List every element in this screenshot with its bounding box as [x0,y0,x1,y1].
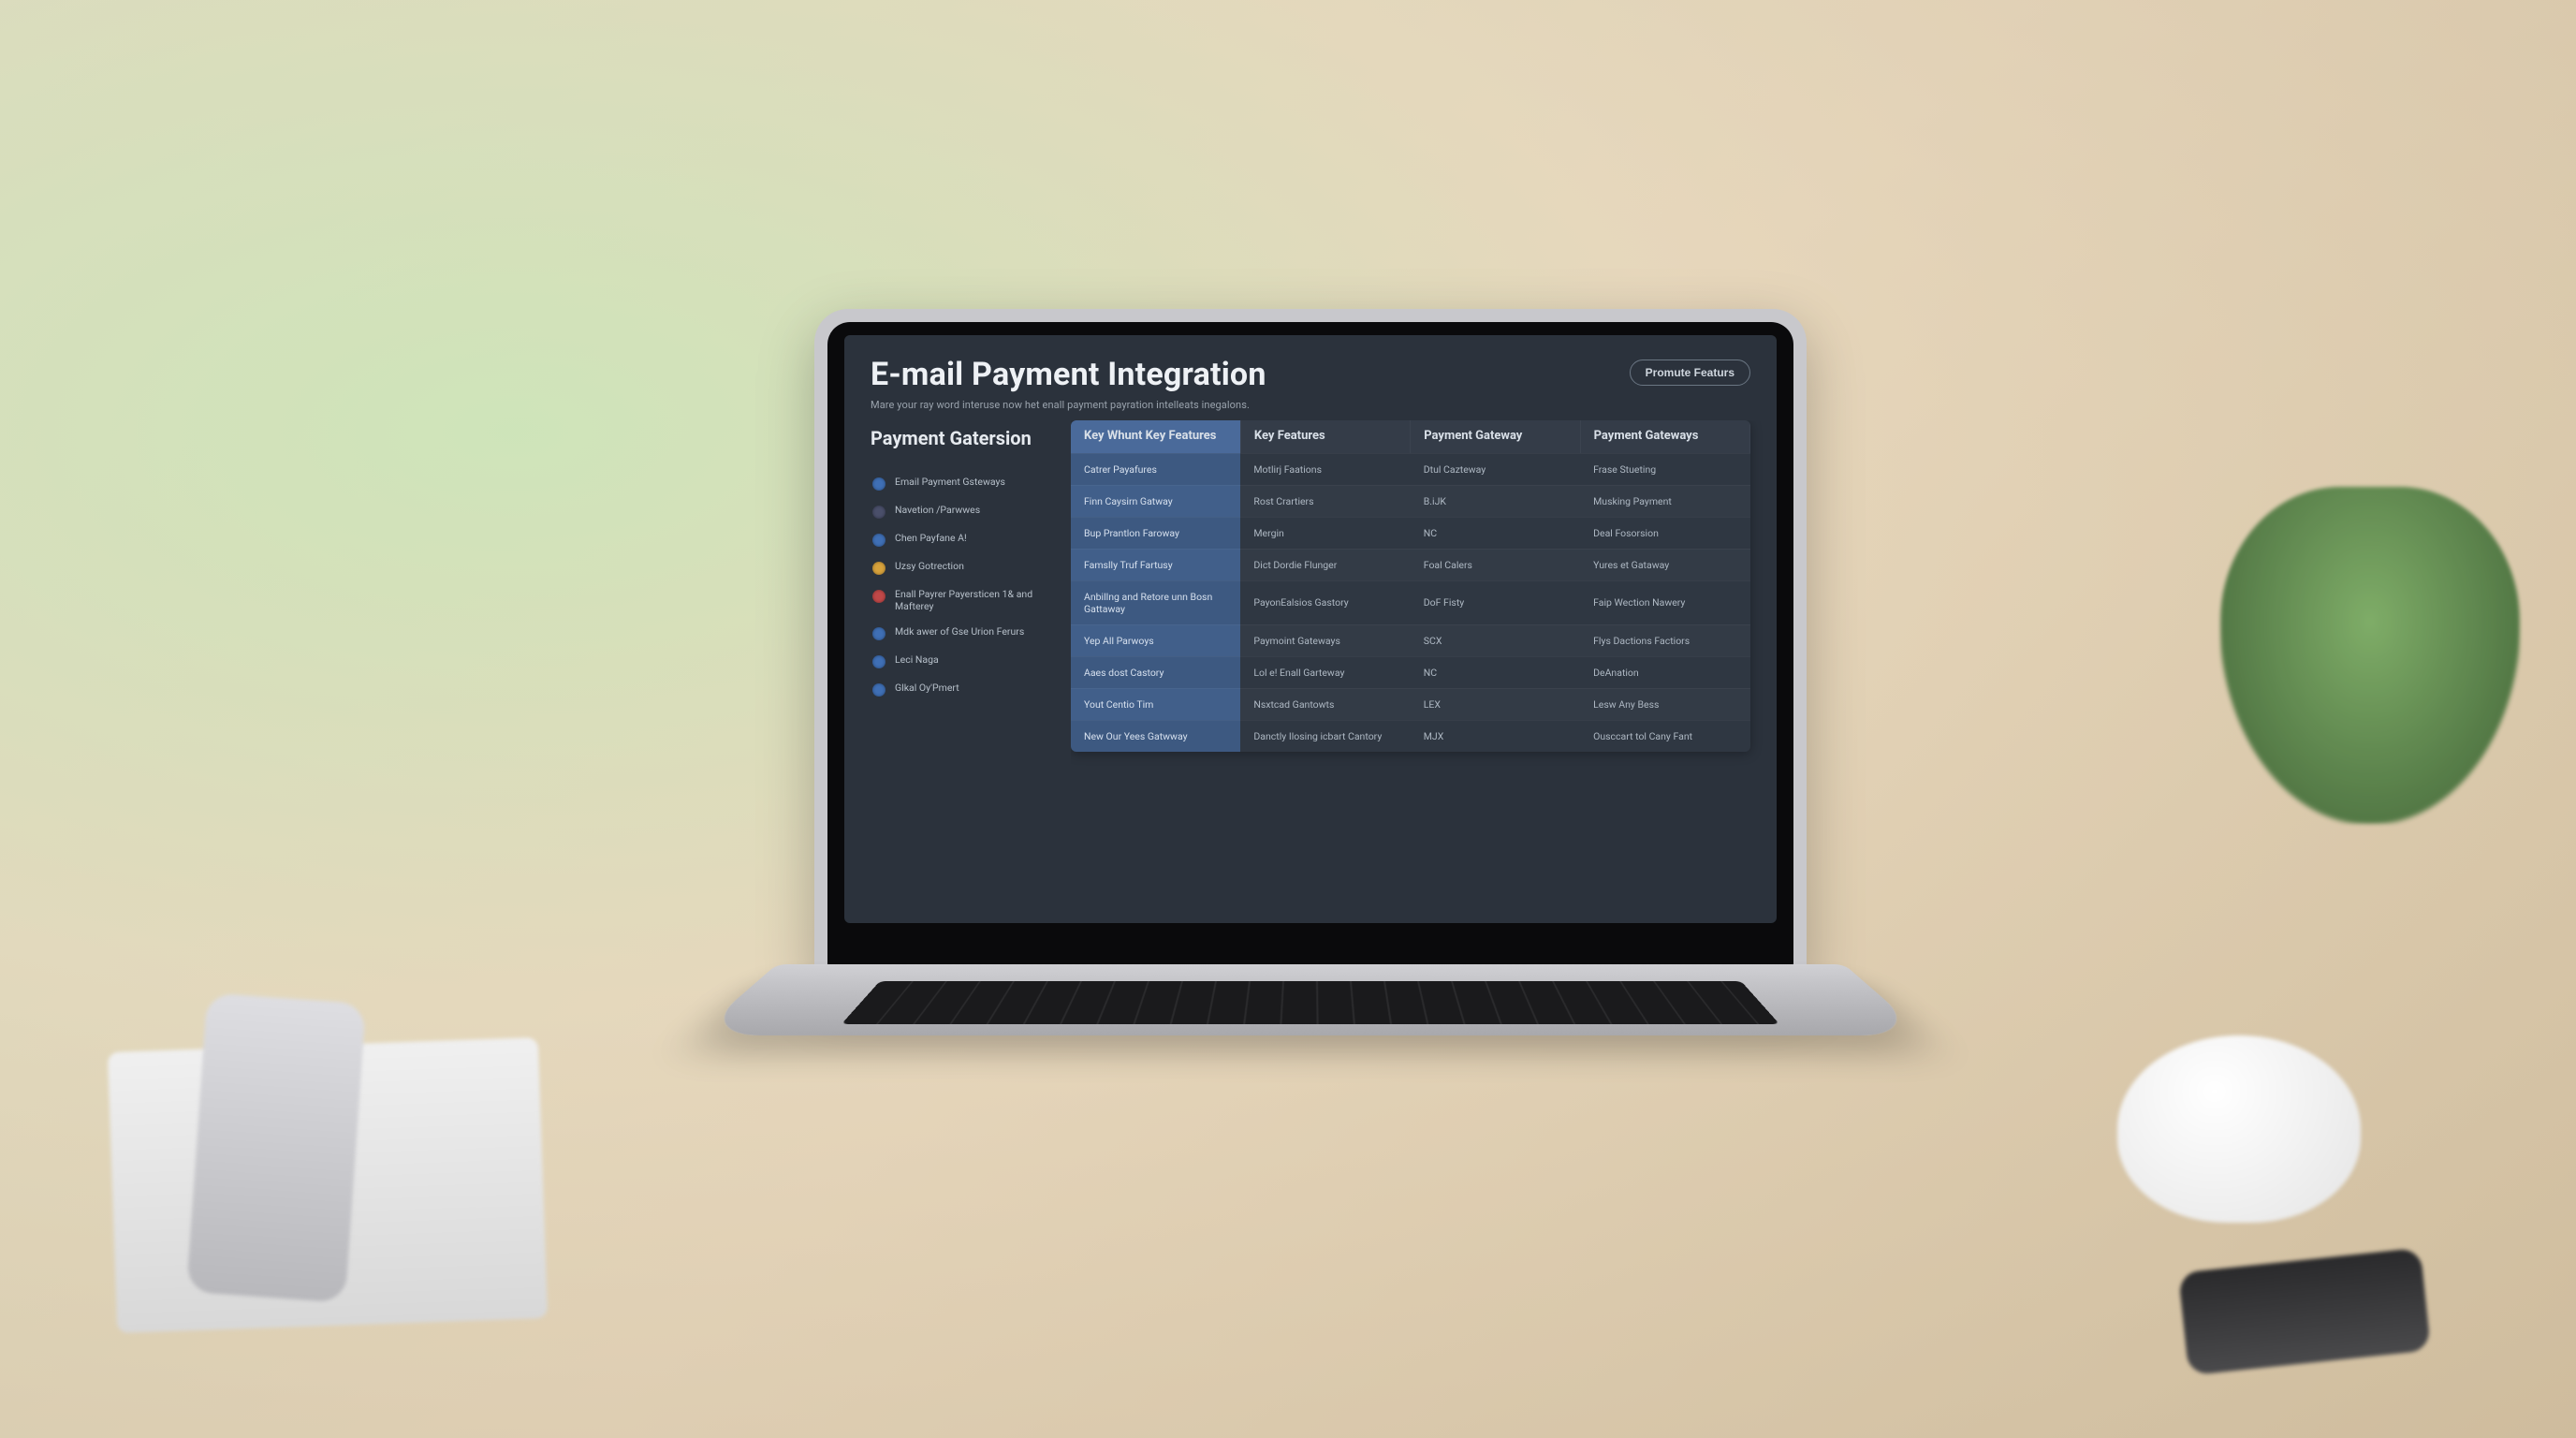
table-cell: Ousccart tol Cany Fant [1580,720,1749,752]
promote-features-button[interactable]: Promute Featurs [1630,360,1750,386]
table-cell: Anbillng and Retore unn Bosn Gattaway [1071,580,1240,624]
table-cell: Lol e! Enall Garteway [1240,656,1410,688]
table-cell: Famslly Truf Fartusy [1071,549,1240,580]
table-header-row: Key Whunt Key FeaturesKey FeaturesPaymen… [1071,420,1750,453]
table-cell: Paymoint Gateways [1240,624,1410,656]
table-cell: Frase Stueting [1580,453,1749,485]
table-cell: B.iJK [1411,485,1580,517]
table-cell: NC [1411,517,1580,549]
table-cell: Yep All Parwoys [1071,624,1240,656]
table-cell: Foal Calers [1411,549,1580,580]
table-cell: Dtul Cazteway [1411,453,1580,485]
table-cell: New Our Yees Gatwway [1071,720,1240,752]
app-screen: E-mail Payment Integration Mare your ray… [844,335,1777,923]
table-cell: Finn Caysirn Gatway [1071,485,1240,517]
bullet-icon [872,562,886,575]
laptop-bezel: E-mail Payment Integration Mare your ray… [827,322,1793,970]
prop-phone-right [2178,1248,2431,1376]
table-cell: Nsxtcad Gantowts [1240,688,1410,720]
sidebar-item-label: Uzsy Gotrection [895,560,964,572]
table-cell: Dict Dordie Flunger [1240,549,1410,580]
content: Payment Gatersion Email Payment Gsteways… [844,420,1777,923]
sidebar: Payment Gatersion Email Payment Gsteways… [844,420,1071,897]
comparison-table-card: Key Whunt Key FeaturesKey FeaturesPaymen… [1071,420,1750,752]
table-cell: Yout Centio Tim [1071,688,1240,720]
header: E-mail Payment Integration Mare your ray… [844,335,1777,420]
prop-phone-left [186,992,366,1302]
prop-coffee-cup [2117,1035,2361,1223]
sidebar-item-label: Leci Naga [895,653,939,666]
table-cell: DeAnation [1580,656,1749,688]
table-cell: Flys Dactions Factiors [1580,624,1749,656]
bullet-icon [872,683,886,697]
table-cell: MJX [1411,720,1580,752]
sidebar-heading: Payment Gatersion [871,428,1058,449]
scene-photo-backdrop: E-mail Payment Integration Mare your ray… [0,0,2576,1438]
bullet-icon [872,627,886,640]
column-header-1[interactable]: Key Features [1240,420,1410,453]
table-cell: Yures et Gataway [1580,549,1749,580]
sidebar-item-2[interactable]: Chen Payfane A! [871,528,1058,550]
laptop-keyboard [842,981,1779,1024]
header-titles: E-mail Payment Integration Mare your ray… [871,356,1613,411]
table-cell: Rost Crartiers [1240,485,1410,517]
table-cell: LEX [1411,688,1580,720]
page-subtitle: Mare your ray word interuse now het enal… [871,399,1613,411]
table-row[interactable]: Aaes dost CastoryLol e! Enall GartewayNC… [1071,656,1750,688]
comparison-table-wrap: Key Whunt Key FeaturesKey FeaturesPaymen… [1071,420,1777,897]
sidebar-item-0[interactable]: Email Payment Gsteways [871,472,1058,494]
bullet-icon [872,477,886,491]
bullet-icon [872,655,886,668]
sidebar-item-7[interactable]: Glkal Oy'Pmert [871,678,1058,700]
sidebar-item-5[interactable]: Mdk awer of Gse Urion Ferurs [871,622,1058,644]
table-row[interactable]: Yout Centio TimNsxtcad GantowtsLEXLesw A… [1071,688,1750,720]
table-cell: PayonEalsios Gastory [1240,580,1410,624]
table-row[interactable]: New Our Yees GatwwayDanctly Ilosing icba… [1071,720,1750,752]
sidebar-item-1[interactable]: Navetion /Parwwes [871,500,1058,522]
column-header-0[interactable]: Key Whunt Key Features [1071,420,1240,453]
table-row[interactable]: Catrer PayafuresMotlirj FaationsDtul Caz… [1071,453,1750,485]
table-cell: NC [1411,656,1580,688]
sidebar-item-3[interactable]: Uzsy Gotrection [871,556,1058,579]
table-body: Catrer PayafuresMotlirj FaationsDtul Caz… [1071,453,1750,752]
table-cell: Deal Fosorsion [1580,517,1749,549]
column-header-2[interactable]: Payment Gateway [1411,420,1580,453]
sidebar-list: Email Payment Gsteways Navetion /Parwwes C… [871,472,1058,700]
sidebar-item-label: Chen Payfane A! [895,532,967,544]
sidebar-item-label: Email Payment Gsteways [895,476,1005,488]
table-cell: Bup Prantlon Faroway [1071,517,1240,549]
table-cell: Aaes dost Castory [1071,656,1240,688]
sidebar-item-label: Navetion /Parwwes [895,504,980,516]
sidebar-item-6[interactable]: Leci Naga [871,650,1058,672]
laptop-base [777,964,1844,1086]
table-row[interactable]: Anbillng and Retore unn Bosn GattawayPay… [1071,580,1750,624]
laptop: E-mail Payment Integration Mare your ray… [814,309,1807,1086]
bullet-icon [872,534,886,547]
page-title: E-mail Payment Integration [871,356,1613,393]
table-row[interactable]: Yep All ParwoysPaymoint GatewaysSCXFlys … [1071,624,1750,656]
comparison-table: Key Whunt Key FeaturesKey FeaturesPaymen… [1071,420,1750,752]
sidebar-item-label: Mdk awer of Gse Urion Ferurs [895,625,1024,638]
table-cell: SCX [1411,624,1580,656]
prop-plant [2220,487,2520,824]
table-cell: DoF Fisty [1411,580,1580,624]
table-cell: Motlirj Faations [1240,453,1410,485]
table-cell: Danctly Ilosing icbart Cantory [1240,720,1410,752]
table-row[interactable]: Bup Prantlon FarowayMerginNCDeal Fosorsi… [1071,517,1750,549]
table-cell: Catrer Payafures [1071,453,1240,485]
column-header-3[interactable]: Payment Gateways [1580,420,1749,453]
table-cell: Lesw Any Bess [1580,688,1749,720]
sidebar-item-4[interactable]: Enall Payrer Payersticen 1& and Mafterey [871,584,1058,616]
table-row[interactable]: Famslly Truf FartusyDict Dordie FlungerF… [1071,549,1750,580]
sidebar-item-label: Enall Payrer Payersticen 1& and Mafterey [895,588,1056,612]
bullet-icon [872,506,886,519]
table-cell: Musking Payment [1580,485,1749,517]
table-cell: Faip Wection Nawery [1580,580,1749,624]
bullet-icon [872,590,886,603]
table-cell: Mergin [1240,517,1410,549]
laptop-lid: E-mail Payment Integration Mare your ray… [814,309,1807,983]
table-row[interactable]: Finn Caysirn GatwayRost CrartiersB.iJKMu… [1071,485,1750,517]
sidebar-item-label: Glkal Oy'Pmert [895,682,959,694]
